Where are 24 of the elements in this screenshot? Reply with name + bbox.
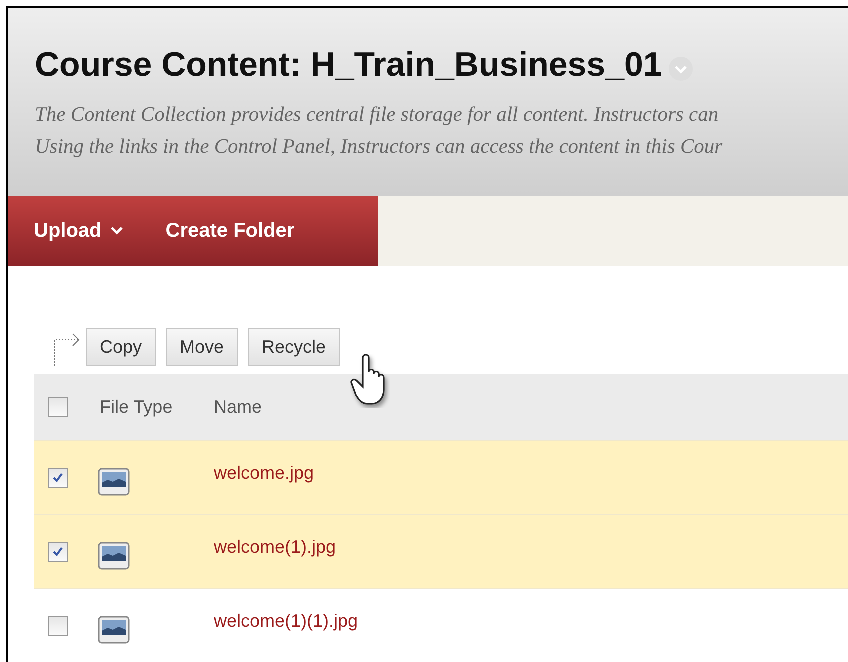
chevron-down-icon: [110, 226, 124, 236]
file-name-link[interactable]: welcome.jpg: [208, 463, 314, 484]
description-text: The Content Collection provides central file storage for all content. Instructors can: [35, 103, 720, 128]
row-checkbox[interactable]: [48, 468, 68, 488]
image-file-icon: [98, 542, 130, 570]
file-name-link[interactable]: welcome(1).jpg: [208, 537, 336, 558]
page-title: Course Content: H_Train_Business_01: [35, 46, 662, 85]
upload-menu-button[interactable]: Upload: [18, 212, 140, 250]
toolbar-button[interactable]: Move: [166, 328, 238, 366]
image-file-icon: [98, 468, 130, 496]
image-file-icon: [98, 616, 130, 644]
create-folder-button[interactable]: Create Folder: [150, 212, 311, 250]
column-header[interactable]: Name: [208, 396, 262, 418]
dotted-arrow-icon: [52, 332, 82, 366]
file-name-link[interactable]: welcome(1)(1).jpg: [208, 611, 358, 632]
row-checkbox[interactable]: [48, 542, 68, 562]
column-header[interactable]: File Type: [68, 396, 208, 418]
description-text: Using the links in the Control Panel, Instructors can access the content in this Cour: [35, 135, 724, 160]
select-all-checkbox[interactable]: [48, 397, 68, 417]
toolbar-button[interactable]: Copy: [86, 328, 156, 366]
toolbar-button[interactable]: Recycle: [248, 328, 340, 366]
row-checkbox[interactable]: [48, 616, 68, 636]
checkmark-icon: [52, 472, 64, 484]
checkmark-icon: [52, 546, 64, 558]
